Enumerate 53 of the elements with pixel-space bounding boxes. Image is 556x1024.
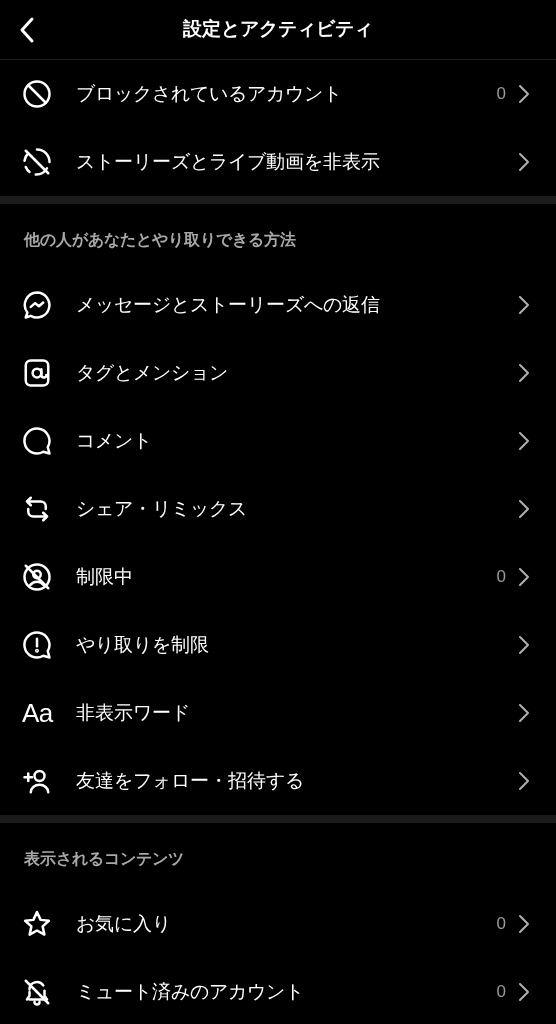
section-header: 表示されるコンテンツ [24,850,184,867]
settings-row[interactable]: ミュート済みのアカウント 0 [0,958,556,1024]
count: 0 [496,913,506,936]
settings-row[interactable]: ブロックされているアカウント 0 [0,60,556,128]
settings-row[interactable]: タグとメンション [0,339,556,407]
chevron-icon [518,499,530,519]
settings-row[interactable]: コメント [0,407,556,475]
row-label: 非表示ワード [76,700,191,725]
muted-bell-icon [22,977,52,1007]
settings-row[interactable]: やり取りを制限 [0,611,556,679]
row-label: お気に入り [76,911,172,936]
settings-row[interactable]: お気に入り 0 [0,890,556,958]
chevron-icon [518,567,530,587]
messenger-icon [22,290,52,320]
chevron-icon [518,363,530,383]
count: 0 [496,566,506,589]
chevron-icon [518,914,530,934]
page-title: 設定とアクティビティ [183,17,373,42]
chevron-icon [518,84,530,104]
hidden-story-icon [22,147,52,177]
row-label: ブロックされているアカウント [76,81,343,106]
row-label: シェア・リミックス [76,496,248,521]
section-header: 他の人があなたとやり取りできる方法 [24,231,296,248]
row-label: 制限中 [76,564,134,589]
chevron-icon [518,431,530,451]
count: 0 [496,83,506,106]
block-icon [22,79,52,109]
settings-row[interactable]: Aa 非表示ワード [0,679,556,747]
text-size-icon: Aa [22,700,53,726]
chevron-icon [518,982,530,1002]
chevron-icon [518,635,530,655]
row-label: メッセージとストーリーズへの返信 [76,292,381,317]
row-label: コメント [76,428,153,453]
settings-row[interactable]: 友達をフォロー・招待する [0,747,556,815]
chevron-icon [518,771,530,791]
settings-row[interactable]: メッセージとストーリーズへの返信 [0,271,556,339]
row-label: タグとメンション [76,360,229,385]
alert-comment-icon [22,630,52,660]
row-label: やり取りを制限 [76,632,210,657]
settings-row[interactable]: シェア・リミックス [0,475,556,543]
chevron-icon [518,295,530,315]
settings-row[interactable]: 制限中 0 [0,543,556,611]
comment-icon [22,426,52,456]
star-icon [22,909,52,939]
chevron-icon [518,152,530,172]
row-label: ストーリーズとライブ動画を非表示 [76,149,381,174]
count: 0 [496,981,506,1004]
chevron-icon [518,703,530,723]
restricted-user-icon [22,562,52,592]
settings-row[interactable]: ストーリーズとライブ動画を非表示 [0,128,556,196]
at-sign-icon [22,358,52,388]
row-label: ミュート済みのアカウント [76,979,305,1004]
row-label: 友達をフォロー・招待する [76,768,305,793]
